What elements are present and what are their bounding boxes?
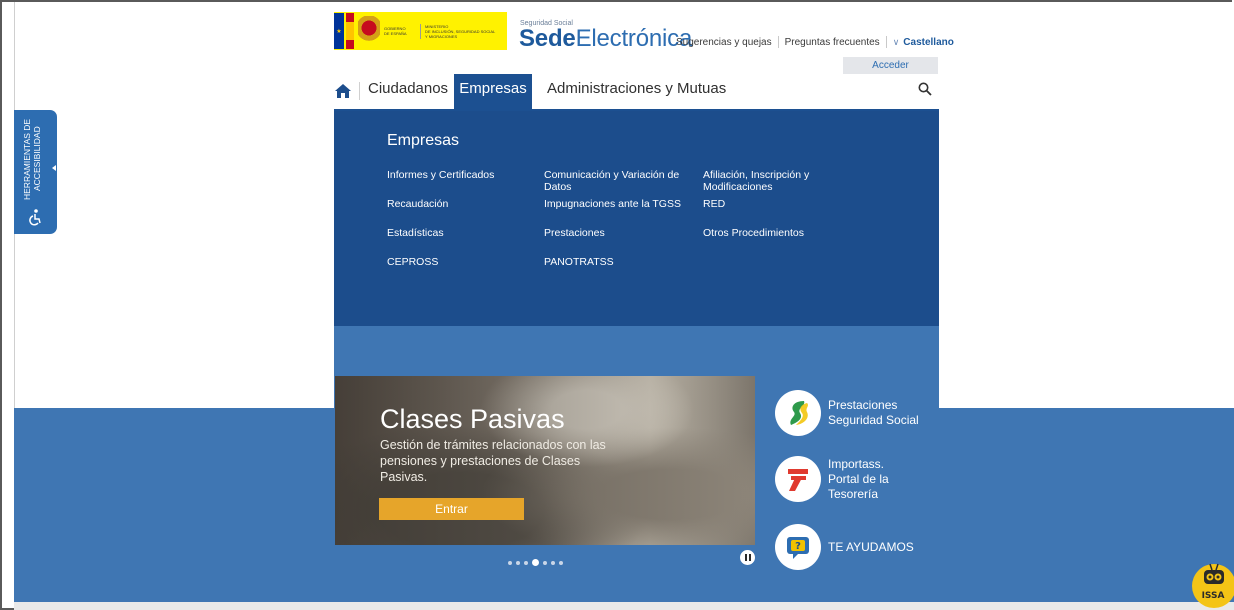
sede-electronica-logo[interactable]: SedeElectrónica [519, 25, 692, 53]
main-nav: Ciudadanos Empresas Administraciones y M… [334, 74, 939, 110]
slider-dot[interactable] [516, 560, 520, 565]
side-link-importass[interactable]: Importass. Portal de la Tesorería [775, 456, 889, 502]
eu-flag-icon: ★ [334, 13, 344, 49]
chatbot-issa-icon[interactable]: ISSA [1190, 556, 1234, 610]
slider-pagination [508, 559, 563, 566]
side-link-te-ayudamos[interactable]: ? TE AYUDAMOS [775, 524, 914, 570]
suggestions-link[interactable]: Sugerencias y quejas [676, 37, 772, 48]
arrow-left-icon [52, 165, 56, 171]
home-icon[interactable] [334, 82, 352, 100]
login-button[interactable]: Acceder [843, 57, 938, 74]
slide-title: Clases Pasivas [380, 404, 565, 434]
menu-link-comunicacion[interactable]: Comunicación y Variación de Datos [544, 169, 689, 193]
side-link-label: TE AYUDAMOS [828, 539, 914, 554]
slider-dot[interactable] [508, 560, 512, 565]
slider-dot[interactable] [551, 560, 555, 565]
nav-empresas[interactable]: Empresas [454, 74, 532, 110]
coat-of-arms-icon [358, 16, 380, 46]
pause-icon[interactable] [740, 550, 755, 565]
menu-link-red[interactable]: RED [703, 198, 853, 210]
seguridad-social-logo-icon [775, 390, 821, 436]
hero-slide: Clases Pasivas Gestión de trámites relac… [335, 376, 755, 545]
svg-text:?: ? [795, 541, 801, 552]
accessibility-tools-tab[interactable]: HERRAMIENTAS DE ACCESIBILIDAD [14, 110, 57, 234]
slider-dot-active[interactable] [532, 559, 539, 566]
menu-link-estadisticas[interactable]: Estadísticas [387, 227, 537, 239]
svg-text:ISSA: ISSA [1202, 591, 1225, 601]
side-link-label: Prestaciones Seguridad Social [828, 398, 919, 427]
spain-flag-icon [346, 13, 354, 49]
importass-logo-icon [775, 456, 821, 502]
menu-link-impugnaciones[interactable]: Impugnaciones ante la TGSS [544, 198, 694, 210]
slide-enter-button[interactable]: Entrar [379, 498, 524, 520]
top-links: Sugerencias y quejas Preguntas frecuente… [676, 36, 954, 48]
menu-link-otros[interactable]: Otros Procedimientos [703, 227, 853, 239]
accessibility-label: HERRAMIENTAS DE ACCESIBILIDAD [22, 118, 42, 200]
menu-link-afiliacion[interactable]: Afiliación, Inscripción y Modificaciones [703, 169, 823, 193]
faq-link[interactable]: Preguntas frecuentes [785, 37, 880, 48]
empresas-menu: Empresas Informes y Certificados Recauda… [334, 111, 939, 326]
slider-dot[interactable] [524, 560, 528, 565]
side-link-label: Importass. Portal de la Tesorería [828, 456, 889, 501]
slider-dot[interactable] [543, 560, 547, 565]
menu-link-prestaciones[interactable]: Prestaciones [544, 227, 694, 239]
nav-administraciones[interactable]: Administraciones y Mutuas [547, 74, 726, 110]
nav-ciudadanos[interactable]: Ciudadanos [368, 74, 448, 110]
menu-title: Empresas [387, 132, 460, 149]
menu-link-cepross[interactable]: CEPROSS [387, 256, 537, 268]
menu-link-recaudacion[interactable]: Recaudación [387, 198, 537, 210]
side-link-prestaciones[interactable]: Prestaciones Seguridad Social [775, 390, 919, 436]
slide-description: Gestión de trámites relacionados con las… [380, 438, 606, 484]
chevron-down-icon: ∨ [892, 36, 900, 47]
help-question-icon: ? [775, 524, 821, 570]
footer-strip [14, 602, 1234, 610]
menu-link-informes[interactable]: Informes y Certificados [387, 169, 537, 181]
language-selector[interactable]: Castellano [903, 37, 954, 48]
accessibility-icon [29, 209, 41, 226]
government-label: GOBIERNO DE ESPAÑA [384, 26, 407, 36]
menu-link-panotratss[interactable]: PANOTRATSS [544, 256, 694, 268]
search-icon[interactable] [918, 82, 932, 96]
government-logo[interactable]: ★ GOBIERNO DE ESPAÑA MINISTERIO DE INCLU… [334, 12, 507, 50]
slider-dot[interactable] [559, 560, 563, 565]
ministry-label: MINISTERIO DE INCLUSIÓN, SEGURIDAD SOCIA… [420, 23, 505, 39]
